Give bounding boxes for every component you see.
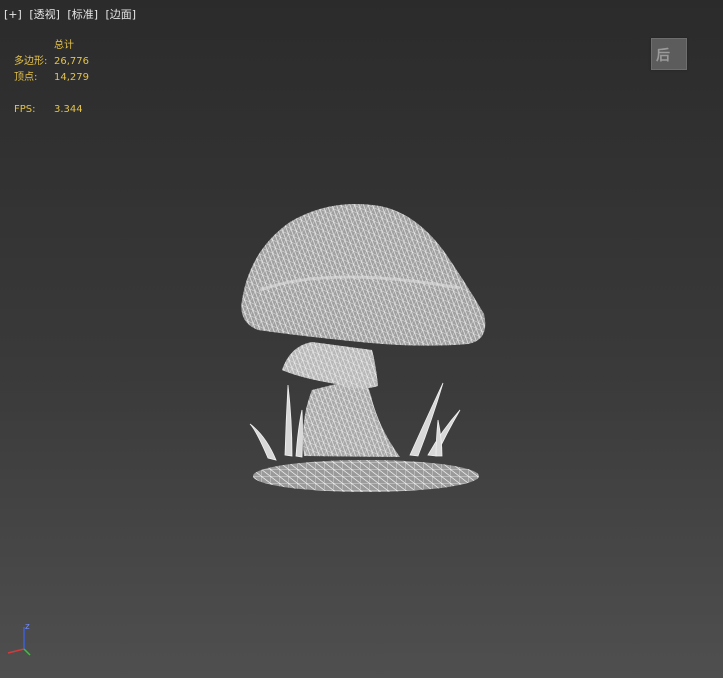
mushroom-wireframe-model[interactable] (0, 0, 723, 678)
axis-z-label: z (25, 622, 30, 632)
axis-gizmo: z (7, 622, 31, 656)
